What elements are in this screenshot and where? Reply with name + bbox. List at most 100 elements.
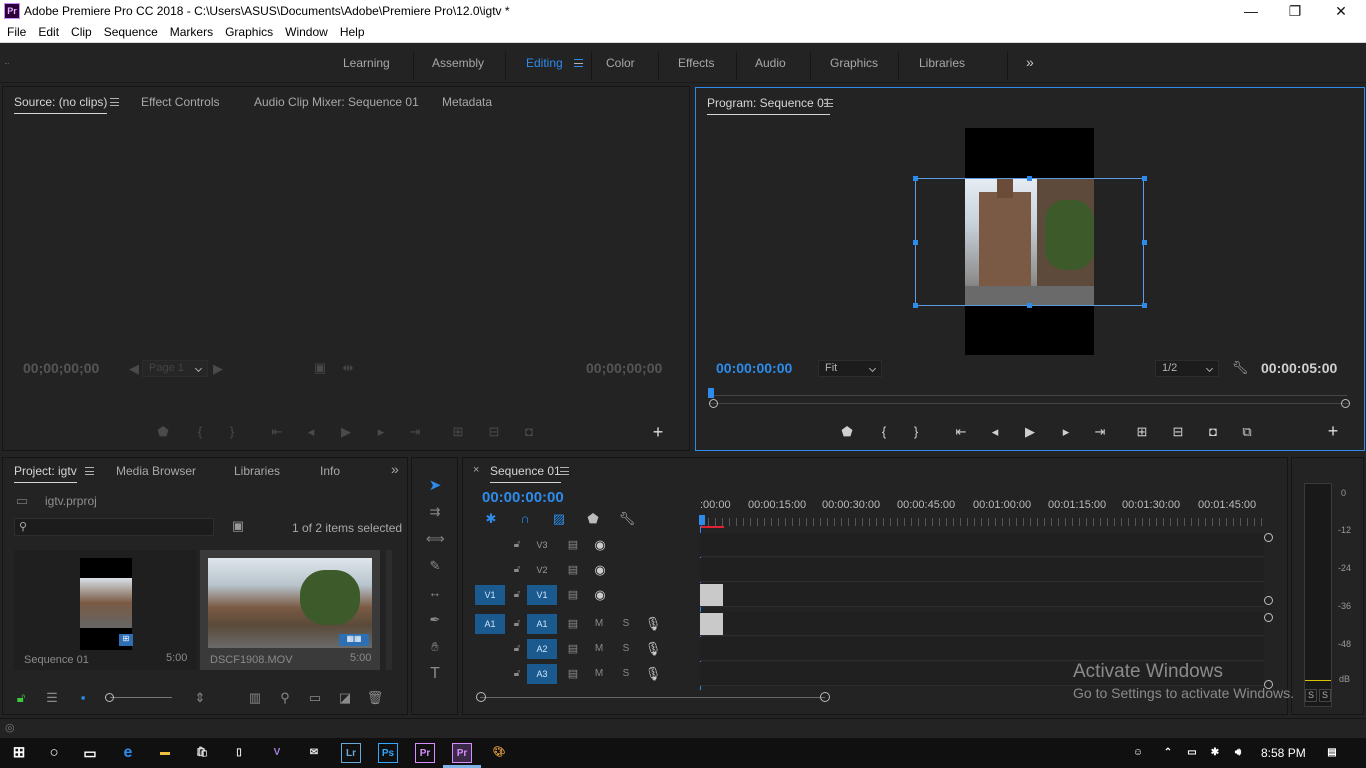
store-icon[interactable]: 🛍︎ <box>192 743 212 763</box>
more-workspaces-icon[interactable]: » <box>1026 54 1034 70</box>
icon-view-icon[interactable]: ▪ <box>74 690 92 706</box>
sync-lock-icon[interactable]: ▤ <box>564 641 582 657</box>
wifi-icon[interactable]: ✱ <box>1205 743 1225 763</box>
export-frame-icon[interactable]: ◘ <box>520 424 538 440</box>
menu-markers[interactable]: Markers <box>163 23 218 39</box>
transform-box[interactable] <box>915 178 1144 306</box>
chevron-up-icon[interactable]: ⌃ <box>1158 743 1178 763</box>
lock-icon[interactable]: 🔓︎ <box>508 666 526 682</box>
go-to-out-icon[interactable]: ⇥ <box>1091 424 1109 440</box>
time-ruler[interactable]: :00:00 00:00:15:00 00:00:30:00 00:00:45:… <box>700 499 1270 513</box>
program-timecode[interactable]: 00:00:00:00 <box>716 360 792 376</box>
mute-button[interactable]: M <box>590 666 608 682</box>
menu-help[interactable]: Help <box>333 23 370 39</box>
sort-icon[interactable]: ⇕ <box>191 690 209 706</box>
edge-icon[interactable]: e <box>118 743 138 763</box>
pen-tool-icon[interactable]: ✒ <box>426 612 444 628</box>
lock-icon[interactable]: 🔓︎ <box>508 562 526 578</box>
tab-libraries[interactable]: Libraries <box>234 464 280 478</box>
battery-icon[interactable]: ▭ <box>1182 743 1202 763</box>
lift-icon[interactable]: ⊞ <box>1133 424 1151 440</box>
menu-clip[interactable]: Clip <box>64 23 97 39</box>
tab-info[interactable]: Info <box>320 464 340 478</box>
zoom-scrollbar[interactable] <box>709 403 1349 404</box>
mute-button[interactable]: M <box>590 641 608 657</box>
program-title[interactable]: Program: Sequence 01 <box>707 96 831 115</box>
step-forward-icon[interactable]: ▸ <box>372 424 390 440</box>
panel-menu-icon[interactable] <box>824 99 833 107</box>
track-lane-v3[interactable] <box>700 533 1264 557</box>
search-icon[interactable]: ○ <box>44 743 64 763</box>
source-patch[interactable]: A1 <box>475 614 505 634</box>
paint-icon[interactable]: 🎨︎ <box>489 743 509 763</box>
start-icon[interactable]: ⊞ <box>9 743 29 763</box>
grip-handle[interactable] <box>5 63 9 67</box>
microphone-icon[interactable]: 🎙︎ <box>644 666 662 682</box>
sync-lock-icon[interactable]: ▤ <box>564 562 582 578</box>
snap-icon[interactable]: ∩ <box>516 511 534 527</box>
type-tool-icon[interactable]: T <box>426 666 444 682</box>
lock-icon[interactable]: 🔓︎ <box>508 641 526 657</box>
page-dropdown[interactable]: Page 1 <box>142 360 208 377</box>
photoshop-icon[interactable]: Ps <box>378 743 398 763</box>
tab-media-browser[interactable]: Media Browser <box>116 464 196 478</box>
add-marker-icon[interactable]: ⬟ <box>584 511 602 527</box>
task-view-icon[interactable]: ▭ <box>80 743 100 763</box>
prev-page-icon[interactable]: ◀ <box>125 361 143 377</box>
timeline-scrollbar[interactable] <box>480 697 825 698</box>
extract-icon[interactable]: ⊟ <box>1169 424 1187 440</box>
add-button-icon[interactable]: + <box>649 423 667 441</box>
time-ruler[interactable] <box>711 388 1347 396</box>
sync-lock-icon[interactable]: ▤ <box>564 666 582 682</box>
new-item-icon[interactable]: ◪ <box>336 690 354 706</box>
audio-clip[interactable] <box>700 613 723 635</box>
tab-metadata[interactable]: Metadata <box>442 95 492 109</box>
tab-effect-controls[interactable]: Effect Controls <box>141 95 219 109</box>
add-button-icon[interactable]: + <box>1324 422 1342 440</box>
project-item[interactable]: ⊞ Sequence 01 5:00 <box>14 550 197 670</box>
go-to-in-icon[interactable]: ⇤ <box>952 424 970 440</box>
linked-selection-icon[interactable]: ▨ <box>550 511 568 527</box>
mark-in-icon[interactable]: { <box>191 424 209 440</box>
vertical-zoom-handle[interactable] <box>1264 613 1273 622</box>
sync-lock-icon[interactable]: ▤ <box>564 587 582 603</box>
track-select-tool-icon[interactable]: ⇉ <box>426 504 444 520</box>
zoom-level-dropdown[interactable]: Fit <box>818 360 882 377</box>
track-name[interactable]: V2 <box>527 560 557 580</box>
eye-icon[interactable]: ◉ <box>591 562 609 578</box>
solo-button[interactable]: S <box>617 666 635 682</box>
razor-tool-icon[interactable]: ✎ <box>426 558 444 574</box>
menu-graphics[interactable]: Graphics <box>218 23 278 39</box>
premiere-icon[interactable]: Pr <box>415 743 435 763</box>
solo-button[interactable]: S <box>1305 689 1317 702</box>
eye-icon[interactable]: ◉ <box>591 537 609 553</box>
sync-lock-icon[interactable]: ▤ <box>564 537 582 553</box>
step-forward-icon[interactable]: ▸ <box>1057 424 1075 440</box>
trash-icon[interactable]: 🗑︎ <box>366 690 384 706</box>
scroll-handle-right[interactable] <box>820 692 830 702</box>
playhead[interactable] <box>708 388 714 398</box>
track-lane-a2[interactable] <box>700 637 1264 661</box>
lock-icon[interactable]: 🔓︎ <box>508 616 526 632</box>
menu-edit[interactable]: Edit <box>31 23 64 39</box>
track-lane-v2[interactable] <box>700 558 1264 582</box>
microphone-icon[interactable]: 🎙︎ <box>644 616 662 632</box>
volume-icon[interactable]: 🔊︎ <box>1228 743 1248 763</box>
workspace-audio[interactable]: Audio <box>755 56 786 70</box>
premiere-active-icon[interactable]: Pr <box>452 743 472 763</box>
lock-icon[interactable]: 🔓︎ <box>12 690 30 706</box>
menu-file[interactable]: File <box>0 23 31 39</box>
track-name[interactable]: V1 <box>527 585 557 605</box>
mark-out-icon[interactable]: } <box>223 424 241 440</box>
document-icon[interactable]: ▯ <box>229 743 249 763</box>
search-input[interactable]: ⚲ <box>14 518 214 536</box>
insert-icon[interactable]: ⊞ <box>449 424 467 440</box>
timeline-settings-icon[interactable]: 🔧︎ <box>618 511 636 527</box>
workspace-color[interactable]: Color <box>606 56 635 70</box>
play-icon[interactable]: ▶ <box>1021 424 1039 440</box>
track-name[interactable]: A2 <box>527 639 557 659</box>
next-page-icon[interactable]: ▶ <box>209 361 227 377</box>
settings-wrench-icon[interactable]: 🔧︎ <box>1231 360 1249 376</box>
track-name[interactable]: A1 <box>527 614 557 634</box>
safe-margins-icon[interactable]: ▣ <box>311 360 329 376</box>
